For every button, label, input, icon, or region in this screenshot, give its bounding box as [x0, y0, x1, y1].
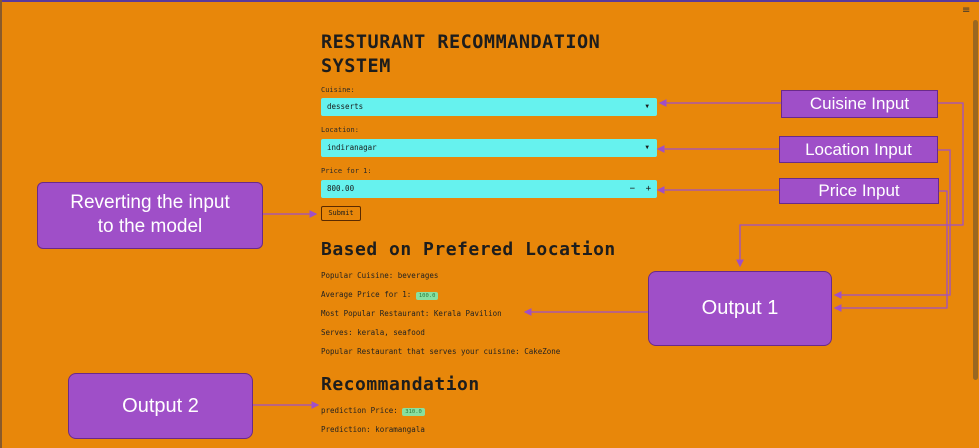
location-input-callout: Location Input [779, 136, 938, 163]
page-title: RESTURANT RECOMMANDATION SYSTEM [321, 32, 601, 77]
serves-text: Serves: kerala, seafood [321, 328, 425, 337]
output1-callout: Output 1 [648, 271, 832, 346]
recommendation-heading: Recommandation [321, 374, 480, 395]
average-price-label: Average Price for 1: [321, 290, 412, 299]
popular-serving-restaurant-text: Popular Restaurant that serves your cuis… [321, 347, 561, 356]
window-left-border [0, 0, 2, 448]
average-price-value: 100.0 [415, 292, 439, 300]
chevron-down-icon: ▼ [645, 144, 649, 151]
price-value: 800.00 [327, 184, 355, 193]
location-value: indiranagar [327, 143, 377, 152]
reverting-input-callout: Reverting the input to the model [37, 182, 263, 249]
hamburger-menu-icon[interactable]: ≡ [962, 6, 972, 16]
price-input-callout: Price Input [779, 178, 939, 204]
prediction-price-row: prediction Price: 310.0 [321, 406, 425, 416]
location-to-output1-arrow [833, 149, 951, 299]
submit-button[interactable]: Submit [321, 206, 361, 221]
cuisine-input-callout: Cuisine Input [781, 90, 938, 118]
location-label: Location: [321, 126, 359, 134]
increment-button[interactable]: + [646, 180, 651, 198]
price-to-output1-arrow [833, 190, 948, 312]
cuisine-value: desserts [327, 102, 364, 111]
prediction-text: Prediction: koramangala [321, 425, 425, 434]
prediction-price-value: 310.0 [402, 408, 425, 416]
location-section-heading: Based on Prefered Location [321, 239, 616, 260]
price-number-input[interactable]: 800.00 − + [321, 180, 657, 198]
scrollbar[interactable] [973, 20, 978, 380]
decrement-button[interactable]: − [630, 180, 635, 198]
most-popular-restaurant-text: Most Popular Restaurant: Kerala Pavilion [321, 309, 502, 318]
average-price-row: Average Price for 1: 100.0 [321, 290, 439, 300]
output2-callout: Output 2 [68, 373, 253, 439]
chevron-down-icon: ▼ [645, 103, 649, 110]
reverting-callout-line2: to the model [97, 216, 203, 237]
prediction-price-label: prediction Price: [321, 406, 398, 415]
cuisine-select[interactable]: desserts ▼ [321, 98, 657, 116]
location-select[interactable]: indiranagar ▼ [321, 139, 657, 157]
cuisine-label: Cuisine: [321, 86, 355, 94]
price-label: Price for 1: [321, 167, 372, 175]
reverting-callout-line1: Reverting the input [70, 192, 230, 213]
window-top-border [0, 0, 979, 2]
popular-cuisine-text: Popular Cuisine: beverages [321, 271, 439, 280]
